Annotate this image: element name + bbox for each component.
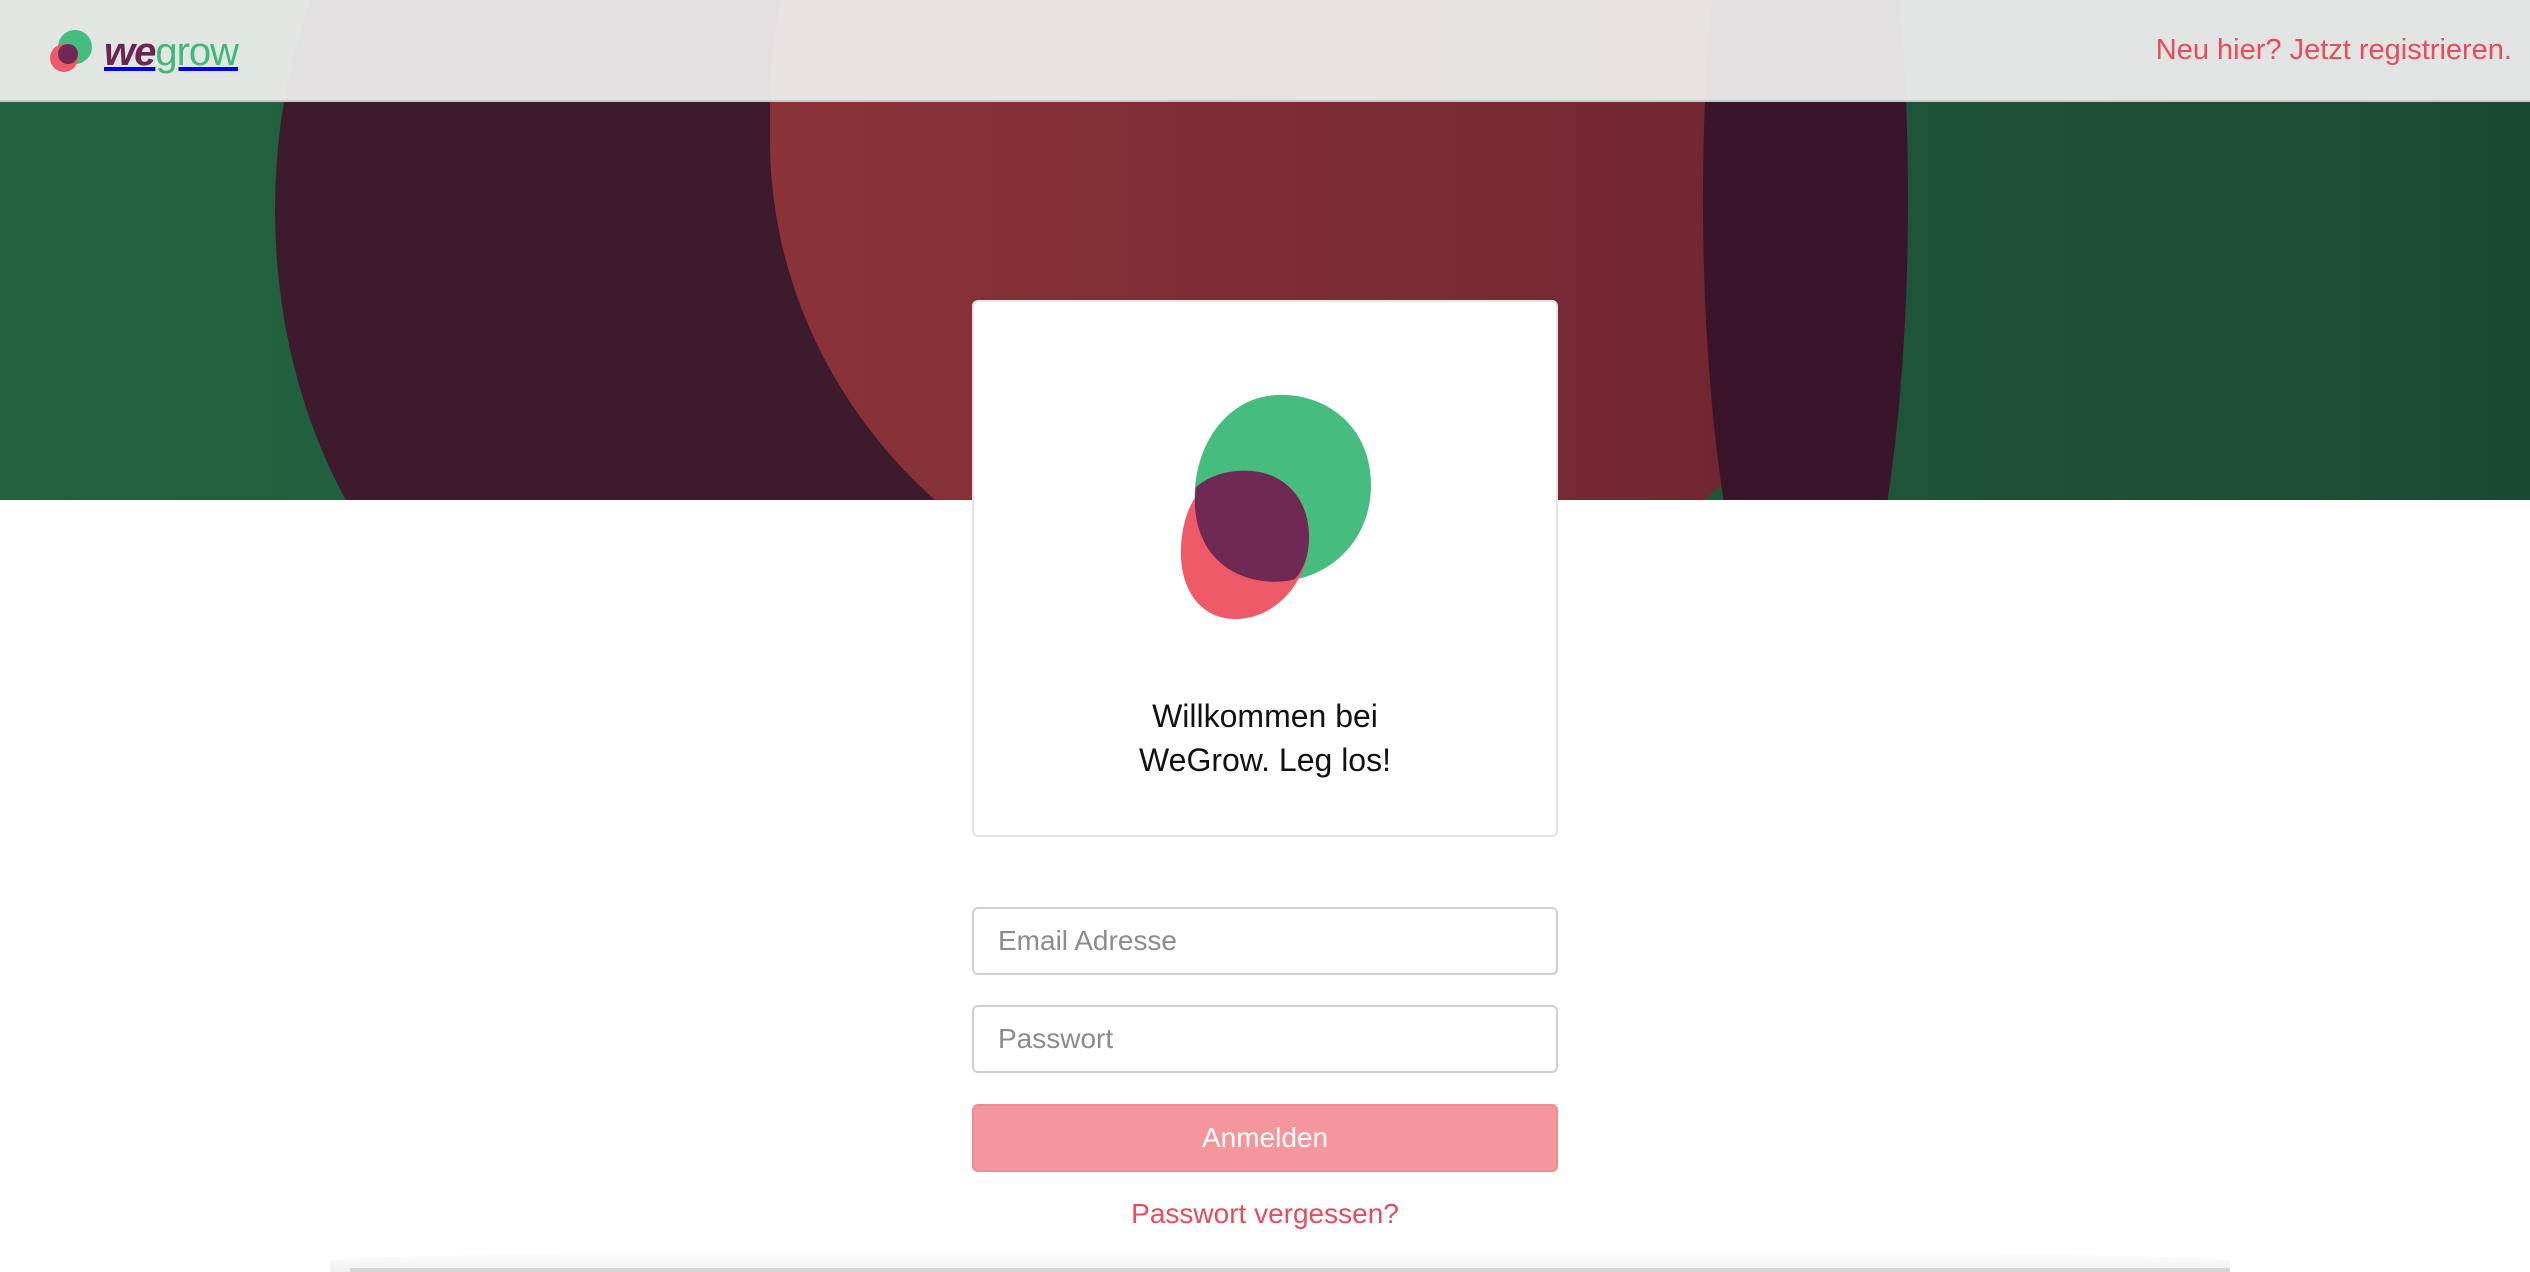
brand-wordmark: wegrow (104, 30, 239, 74)
top-navigation-bar: wegrow Neu hier? Jetzt registrieren. (0, 0, 2530, 102)
bottom-divider (350, 1268, 2230, 1272)
forgot-password-link[interactable]: Passwort vergessen? (972, 1194, 1558, 1234)
login-button[interactable]: Anmelden (972, 1104, 1558, 1172)
register-link[interactable]: Neu hier? Jetzt registrieren. (2156, 30, 2512, 70)
wegrow-logo-icon (1180, 394, 1371, 619)
password-field[interactable] (972, 1005, 1558, 1073)
brand-logo-link[interactable]: wegrow (48, 26, 239, 78)
welcome-card: Willkommen bei WeGrow. Leg los! (972, 300, 1558, 837)
email-field[interactable] (972, 907, 1558, 975)
wegrow-logo-icon (48, 28, 94, 76)
welcome-heading: Willkommen bei WeGrow. Leg los! (1139, 698, 1391, 778)
